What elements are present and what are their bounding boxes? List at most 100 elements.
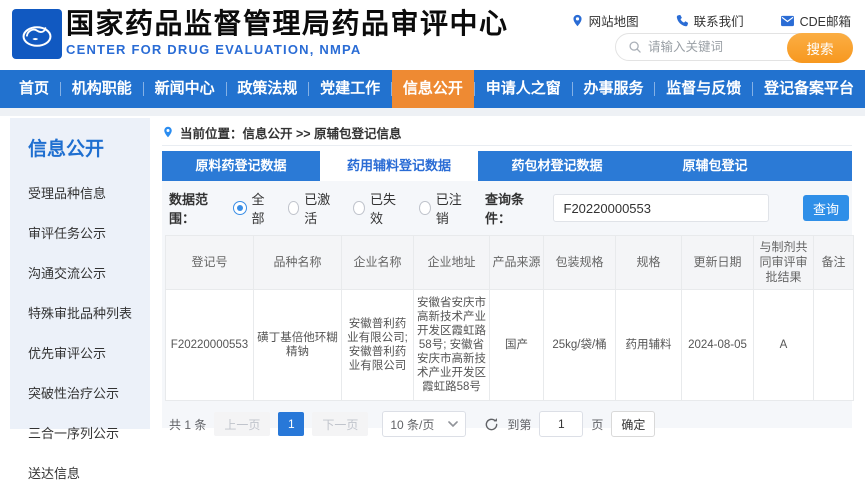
sidebar-item-three-in-one[interactable]: 三合一序列公示 [28,423,150,442]
cell-update-date: 2024-08-05 [682,290,754,401]
nav-item-registration-platform[interactable]: 登记备案平台 [753,70,865,108]
query-condition-label: 查询条件： [485,189,539,227]
radio-cancelled-label: 已注销 [436,189,467,227]
next-page-button[interactable]: 下一页 [312,412,368,436]
nav-item-home[interactable]: 首页 [8,70,60,108]
sitemap-label: 网站地图 [589,11,639,30]
col-company-name: 企业名称 [342,236,414,290]
radio-activated-label: 已激活 [304,189,335,227]
cell-company-address: 安徽省安庆市高新技术产业开发区霞虹路58号; 安徽省安庆市高新技术产业开发区霞虹… [414,290,490,401]
radio-activated[interactable]: 已激活 [288,189,336,227]
envelope-icon [780,15,795,27]
goto-suffix-label: 页 [591,416,603,433]
query-button[interactable]: 查询 [803,195,849,221]
radio-expired[interactable]: 已失效 [353,189,401,227]
cell-joint-review-result: A [754,290,814,401]
goto-confirm-button[interactable]: 确定 [611,411,655,437]
page-size-select[interactable]: 10 条/页 [382,411,466,437]
prev-page-button[interactable]: 上一页 [214,412,270,436]
table-row: F20220000553 磺丁基倍他环糊精钠 安徽普利药业有限公司;安徽普利药业… [166,290,854,401]
cell-product-origin: 国产 [490,290,544,401]
radio-all-icon [233,201,247,215]
sidebar: 信息公开 受理品种信息 审评任务公示 沟通交流公示 特殊审批品种列表 优先审评公… [10,118,150,429]
radio-all-label: 全部 [252,189,270,227]
contact-link[interactable]: 联系我们 [675,11,744,30]
registration-table: 登记号 品种名称 企业名称 企业地址 产品来源 包装规格 规格 更新日期 与制剂… [165,235,854,401]
data-tabs: 原料药登记数据 药用辅料登记数据 药包材登记数据 原辅包登记 [162,151,852,181]
breadcrumb: 当前位置：信息公开 >> 原辅包登记信息 [162,118,852,142]
radio-cancelled-icon [419,201,431,215]
goto-label: 到第 [507,416,531,433]
table-header-row: 登记号 品种名称 企业名称 企业地址 产品来源 包装规格 规格 更新日期 与制剂… [166,236,854,290]
quick-links: 网站地图 联系我们 CDE邮箱 [571,11,851,30]
nav-item-services[interactable]: 办事服务 [572,70,654,108]
sitemap-link[interactable]: 网站地图 [571,11,639,30]
sidebar-item-breakthrough-therapy[interactable]: 突破性治疗公示 [28,383,150,402]
breadcrumb-divider [162,145,852,146]
nav-item-policy[interactable]: 政策法规 [226,70,308,108]
search-input[interactable] [648,40,778,54]
radio-all[interactable]: 全部 [233,189,270,227]
tab-raw-material-data[interactable]: 原料药登记数据 [162,151,320,181]
radio-activated-icon [288,201,300,215]
cde-logo[interactable] [12,9,62,59]
sidebar-item-accepted-varieties[interactable]: 受理品种信息 [28,183,150,202]
col-package-spec: 包装规格 [544,236,616,290]
nav-item-party[interactable]: 党建工作 [309,70,391,108]
search-button[interactable]: 搜索 [787,33,853,63]
cell-variety-name: 磺丁基倍他环糊精钠 [254,290,342,401]
col-registration-no: 登记号 [166,236,254,290]
sidebar-item-review-tasks[interactable]: 审评任务公示 [28,223,150,242]
tab-excipient-data[interactable]: 药用辅料登记数据 [320,151,478,181]
radio-expired-icon [353,201,365,215]
sidebar-item-communication[interactable]: 沟通交流公示 [28,263,150,282]
refresh-icon [484,417,499,432]
pagination: 共 1 条 上一页 1 下一页 10 条/页 到第 页 确定 [169,411,849,437]
query-condition-input[interactable] [553,194,769,222]
search-icon [628,40,642,54]
scope-label: 数据范围： [169,189,223,227]
main-nav: 首页 机构职能 新闻中心 政策法规 党建工作 信息公开 申请人之窗 办事服务 监… [0,70,865,108]
nav-item-supervision[interactable]: 监督与反馈 [655,70,752,108]
sidebar-item-special-approval[interactable]: 特殊审批品种列表 [28,303,150,322]
swan-logo-icon [16,13,58,55]
nav-item-news[interactable]: 新闻中心 [144,70,226,108]
filter-row: 数据范围： 全部 已激活 已失效 已注销 查询条件： 查询 [169,194,849,222]
col-product-origin: 产品来源 [490,236,544,290]
col-variety-name: 品种名称 [254,236,342,290]
chevron-down-icon [448,421,458,428]
goto-page-input[interactable] [539,411,583,437]
main-content: 当前位置：信息公开 >> 原辅包登记信息 原料药登记数据 药用辅料登记数据 药包… [162,118,852,428]
location-pin-icon [162,125,174,139]
content-panel: 数据范围： 全部 已激活 已失效 已注销 查询条件： 查询 [162,181,852,428]
cell-company-name: 安徽普利药业有限公司;安徽普利药业有限公司 [342,290,414,401]
page-number-1[interactable]: 1 [278,412,304,436]
sidebar-item-priority-review[interactable]: 优先审评公示 [28,343,150,362]
nav-item-functions[interactable]: 机构职能 [61,70,143,108]
nav-item-info-disclosure[interactable]: 信息公开 [392,70,474,108]
cell-registration-no: F20220000553 [166,290,254,401]
cell-spec: 药用辅料 [616,290,682,401]
site-header: 国家药品监督管理局药品审评中心 CENTER FOR DRUG EVALUATI… [0,0,865,70]
phone-icon [675,14,689,28]
col-company-address: 企业地址 [414,236,490,290]
cell-package-spec: 25kg/袋/桶 [544,290,616,401]
refresh-button[interactable] [484,417,499,432]
sidebar-title[interactable]: 信息公开 [28,134,150,161]
col-spec: 规格 [616,236,682,290]
site-subtitle: CENTER FOR DRUG EVALUATION, NMPA [66,42,509,57]
tab-packaging-material-data[interactable]: 药包材登记数据 [478,151,636,181]
nav-bottom-strip [0,108,865,116]
radio-cancelled[interactable]: 已注销 [419,189,467,227]
sidebar-list: 受理品种信息 审评任务公示 沟通交流公示 特殊审批品种列表 优先审评公示 突破性… [28,183,150,482]
cde-mail-link[interactable]: CDE邮箱 [780,11,851,30]
contact-label: 联系我们 [694,11,744,30]
search-bar: 搜索 [615,33,853,61]
tab-raw-excipient-pack-registration[interactable]: 原辅包登记 [636,151,794,181]
breadcrumb-text: 当前位置：信息公开 >> 原辅包登记信息 [180,123,402,142]
page-size-value: 10 条/页 [390,416,434,433]
nav-item-applicant[interactable]: 申请人之窗 [475,70,572,108]
sidebar-item-delivery-info[interactable]: 送达信息 [28,463,150,482]
radio-expired-label: 已失效 [370,189,401,227]
location-pin-icon [571,13,584,28]
